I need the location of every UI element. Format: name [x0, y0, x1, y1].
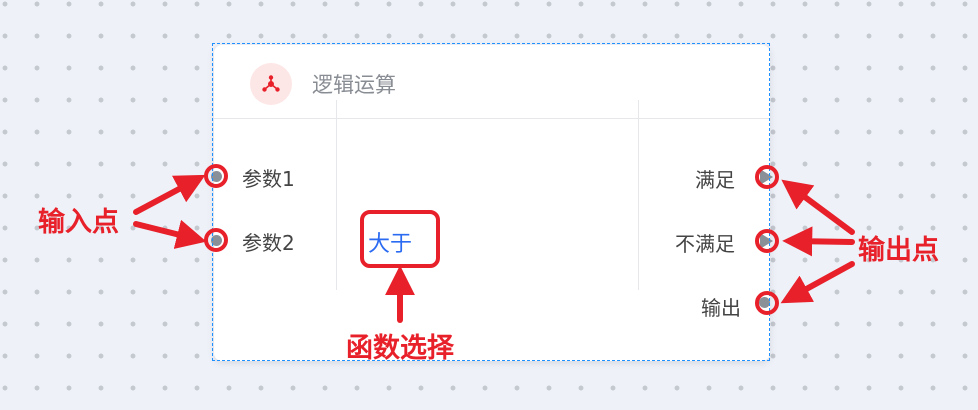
arrow-to-output-output — [780, 261, 855, 304]
output-points-annotation: 输出点 — [858, 235, 939, 266]
function-select-annotation: 函数选择 — [346, 333, 454, 364]
input-points-annotation: 输入点 — [38, 207, 119, 238]
annotation-arrows — [133, 174, 855, 323]
arrow-to-input-2 — [133, 219, 207, 249]
arrow-to-input-1 — [133, 174, 206, 215]
arrow-to-output-satisfied — [781, 179, 855, 235]
arrow-to-output-not-satisfied — [782, 226, 855, 257]
